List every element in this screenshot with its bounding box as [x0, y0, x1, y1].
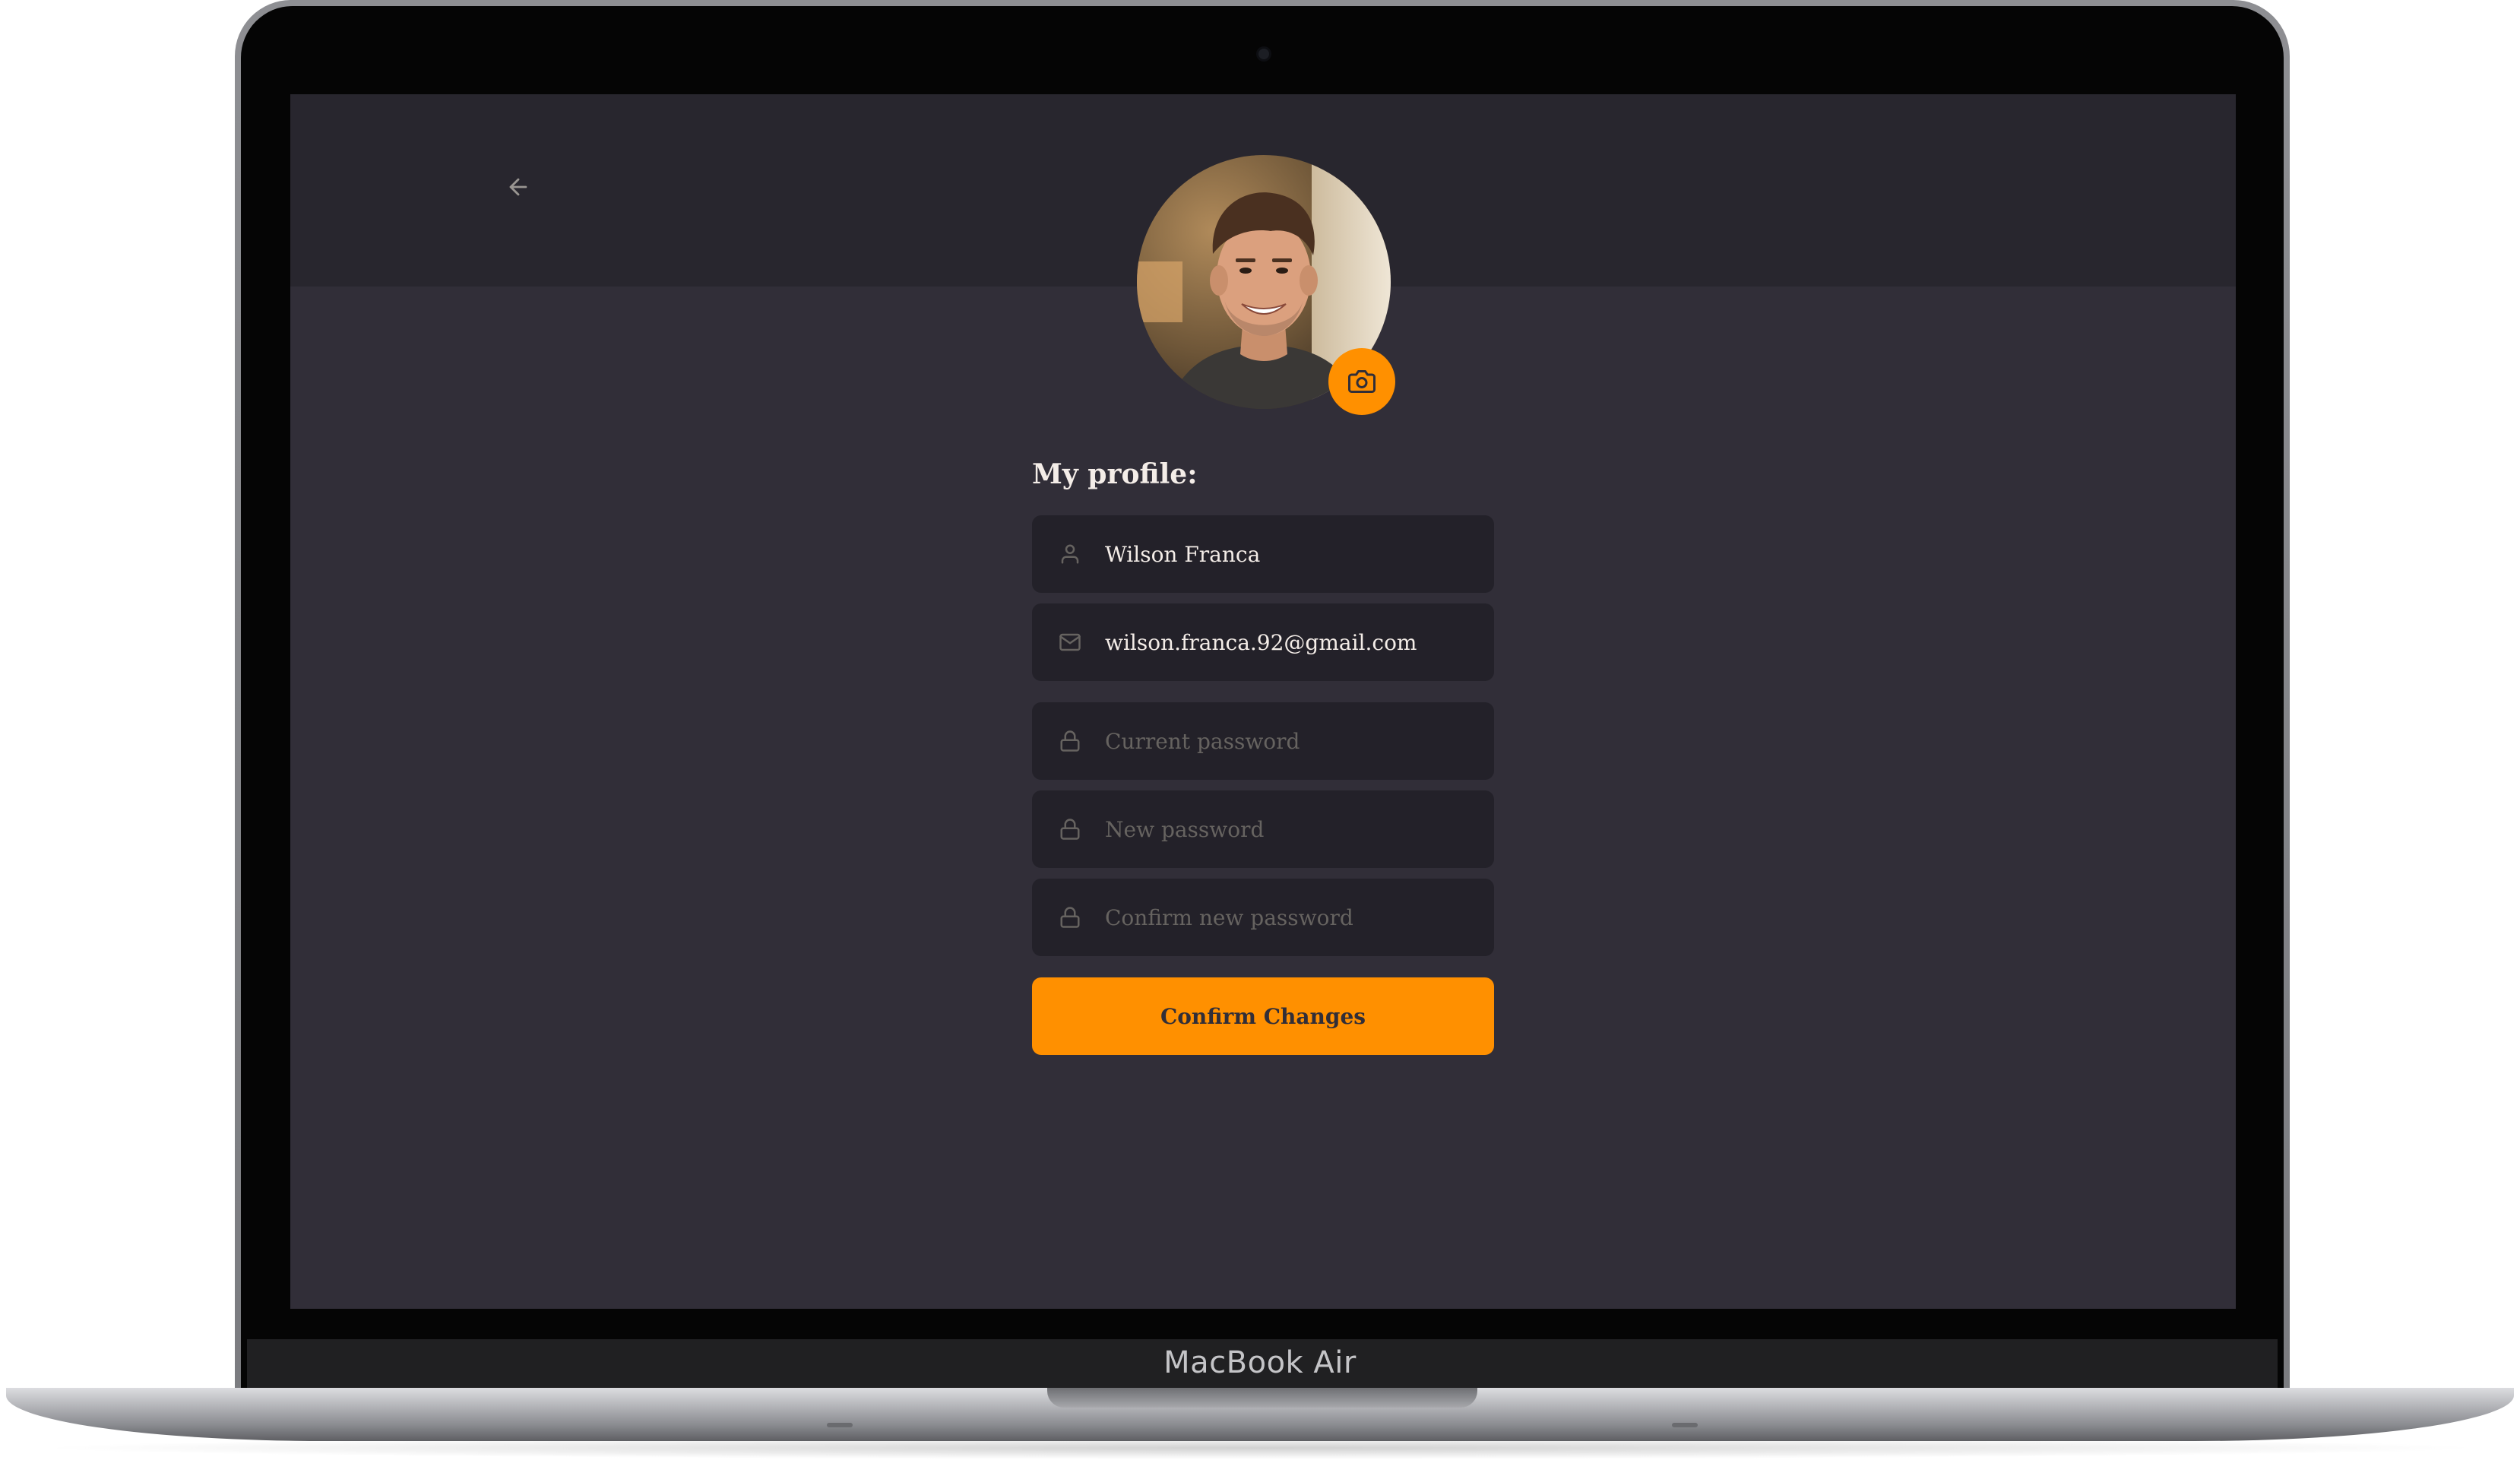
change-avatar-button[interactable] [1328, 348, 1395, 415]
lock-icon [1056, 816, 1084, 843]
current-password-field [1032, 702, 1494, 780]
device-model-label: MacBook Air [1163, 1345, 1357, 1380]
lock-icon [1056, 727, 1084, 755]
lock-icon [1056, 904, 1084, 931]
current-password-input[interactable] [1105, 718, 1476, 764]
app-screen: My profile: Wilson Franca wilson.franca.… [290, 94, 2236, 1309]
new-password-field [1032, 790, 1494, 868]
email-field [1032, 603, 1494, 681]
mail-icon [1056, 629, 1084, 656]
lid-notch [1047, 1388, 1477, 1408]
name-input[interactable] [1105, 531, 1476, 577]
laptop-foot [827, 1423, 853, 1427]
page-title: My profile: [1032, 458, 1198, 490]
user-icon [1056, 540, 1084, 568]
back-button[interactable] [500, 169, 537, 205]
laptop-foot [1672, 1423, 1698, 1427]
confirm-password-input[interactable] [1105, 895, 1476, 940]
email-input[interactable] [1105, 619, 1476, 665]
confirm-changes-button[interactable]: Confirm Changes [1032, 977, 1494, 1055]
webcam [1258, 49, 1269, 59]
avatar-container [1137, 155, 1395, 415]
laptop-mockup: MacBook Air My profile: Wilson Franca wi… [0, 0, 2520, 1476]
name-field [1032, 515, 1494, 593]
arrow-left-icon [509, 178, 527, 196]
confirm-password-field [1032, 879, 1494, 956]
profile-form: My profile: Wilson Franca wilson.franca.… [1032, 451, 1494, 1055]
new-password-input[interactable] [1105, 806, 1476, 852]
camera-icon [1348, 370, 1376, 393]
